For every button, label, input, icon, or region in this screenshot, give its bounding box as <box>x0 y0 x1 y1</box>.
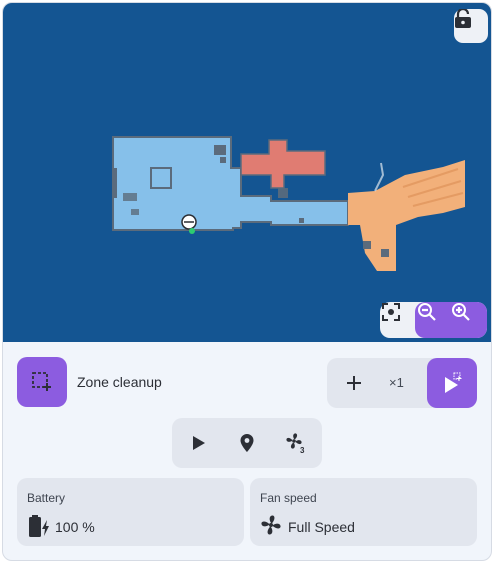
fan-speed-value: Full Speed <box>288 519 355 535</box>
map-furniture <box>214 145 226 155</box>
map-furniture <box>278 188 288 198</box>
battery-value: 100 % <box>55 519 95 535</box>
repeat-group: ×1 <box>327 358 477 408</box>
vacuum-map[interactable] <box>3 3 491 342</box>
zoom-out-icon <box>418 303 436 321</box>
add-repeat-button[interactable] <box>337 366 371 400</box>
map-furniture <box>363 241 371 249</box>
zoom-controls <box>380 302 487 338</box>
play-button[interactable] <box>181 426 215 460</box>
map-marker-icon <box>240 434 254 452</box>
plus-icon <box>347 376 361 390</box>
lock-open-icon <box>455 9 471 28</box>
map-drawing <box>112 136 465 271</box>
vacuum-card: Zone cleanup ×1 3 Battery 100 % Fan spee… <box>2 2 492 561</box>
zoom-in-icon <box>452 303 470 321</box>
zone-select-button[interactable] <box>17 357 67 407</box>
focus-icon <box>382 303 400 321</box>
room-orange <box>348 160 465 271</box>
battery-charging-icon <box>27 514 51 543</box>
map-furniture <box>131 209 139 215</box>
fan-icon <box>260 514 282 541</box>
play-zone-icon <box>445 372 462 393</box>
zoom-in-button[interactable] <box>451 302 485 338</box>
zone-select-icon <box>32 372 51 391</box>
map-furniture <box>374 162 385 192</box>
zoom-purple-group <box>415 302 487 338</box>
map-furniture <box>113 168 117 198</box>
svg-text:3: 3 <box>300 446 305 454</box>
dock-position <box>189 228 195 234</box>
zoom-fit-button[interactable] <box>381 302 415 338</box>
control-group: 3 <box>172 418 322 468</box>
map-furniture <box>123 193 137 201</box>
fan-speed-3-icon: 3 <box>286 433 305 454</box>
battery-panel: Battery 100 % <box>17 478 244 546</box>
zone-label: Zone cleanup <box>77 374 162 390</box>
fan-speed-panel: Fan speed Full Speed <box>250 478 477 546</box>
zoom-out-button[interactable] <box>417 302 451 338</box>
map-furniture <box>299 218 304 223</box>
fan-speed-title: Fan speed <box>260 491 317 505</box>
fan-speed-button[interactable]: 3 <box>279 426 313 460</box>
play-icon <box>193 436 205 450</box>
start-zone-button[interactable] <box>427 358 477 408</box>
battery-title: Battery <box>27 491 66 505</box>
room-red <box>240 139 326 189</box>
repeat-count: ×1 <box>389 375 404 390</box>
map-furniture <box>220 157 226 163</box>
goto-button[interactable] <box>230 426 264 460</box>
lock-button[interactable] <box>454 9 488 43</box>
map-furniture <box>381 249 389 257</box>
